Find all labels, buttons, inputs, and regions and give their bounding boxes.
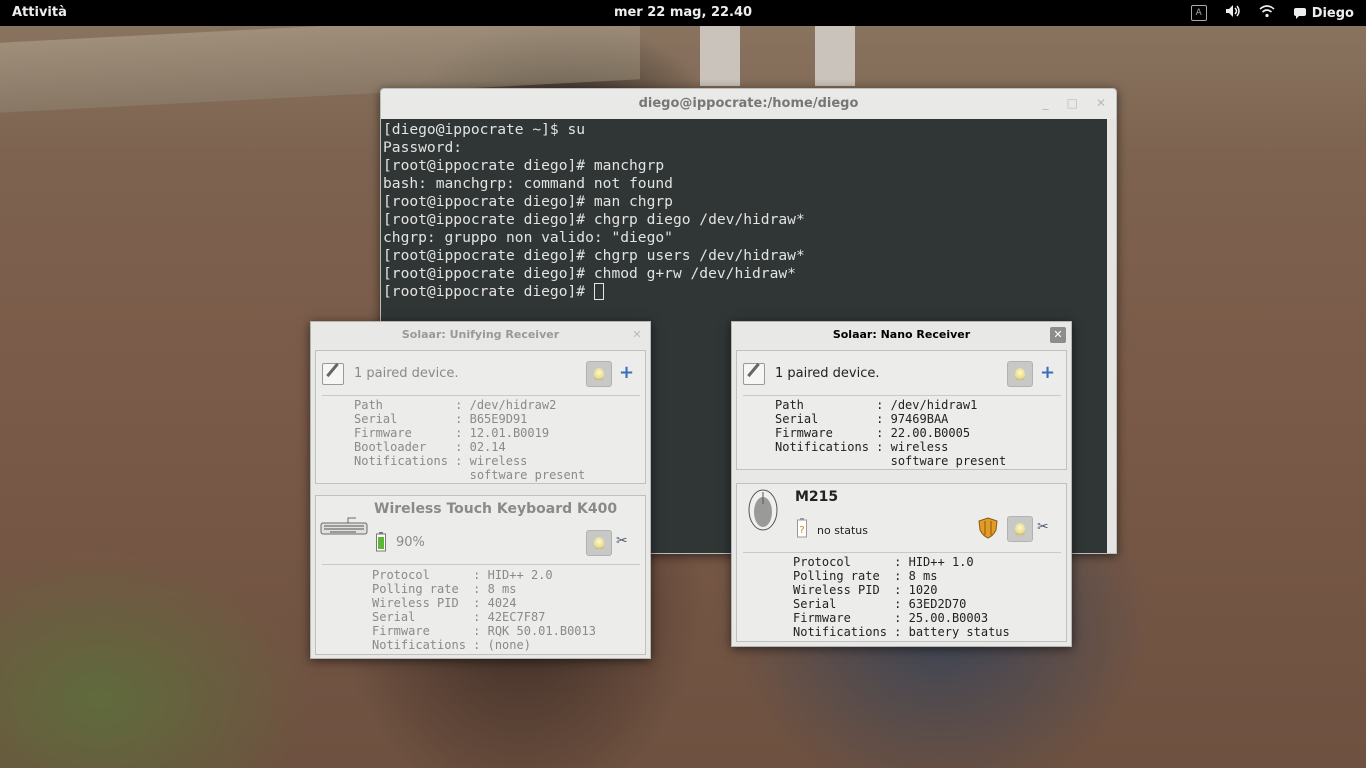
- user-name: Diego: [1311, 5, 1354, 21]
- top-panel: Attività mer 22 mag, 22.40 A Diego: [0, 0, 1366, 26]
- device-name: M215: [795, 489, 839, 505]
- device-panel: M215 ? no status ✂ Protocol : HID++ 1.0 …: [736, 483, 1067, 642]
- maximize-button[interactable]: □: [1067, 96, 1078, 110]
- terminal-title: diego@ippocrate:/home/diego: [638, 96, 859, 111]
- pair-device-button[interactable]: +: [1040, 364, 1055, 382]
- security-shield-icon: [978, 517, 998, 539]
- separator: [322, 564, 640, 565]
- separator: [743, 395, 1061, 396]
- light-bulb-icon: [594, 368, 604, 380]
- terminal-line: [root@ippocrate diego]# chgrp users /dev…: [383, 247, 805, 264]
- svg-text:?: ?: [799, 525, 804, 536]
- solaar-nano-window[interactable]: Solaar: Nano Receiver ✕ 1 paired device.…: [731, 321, 1072, 647]
- terminal-line: [root@ippocrate diego]# chgrp diego /dev…: [383, 211, 805, 228]
- light-bulb-icon: [1015, 523, 1025, 535]
- battery-icon: [376, 532, 386, 552]
- system-tray: A Diego: [1190, 4, 1354, 22]
- device-info: Protocol : HID++ 1.0 Polling rate : 8 ms…: [793, 555, 1010, 639]
- device-panel: Wireless Touch Keyboard K400 90% ✂ Proto…: [315, 495, 646, 655]
- light-bulb-button[interactable]: [586, 361, 612, 387]
- receiver-info: Path : /dev/hidraw1 Serial : 97469BAA Fi…: [775, 398, 1007, 468]
- window-controls: _ □ ✕: [1043, 96, 1106, 110]
- paired-count: 1 paired device.: [775, 366, 880, 381]
- battery-level: 90%: [396, 535, 425, 550]
- solaar-unifying-window[interactable]: Solaar: Unifying Receiver ✕ 1 paired dev…: [310, 321, 651, 659]
- close-button[interactable]: ✕: [1050, 327, 1066, 343]
- user-menu[interactable]: Diego: [1293, 6, 1354, 21]
- terminal-line: chgrp: gruppo non valido: "diego": [383, 229, 673, 246]
- light-bulb-icon: [594, 537, 604, 549]
- terminal-scrollbar[interactable]: [1107, 119, 1116, 553]
- terminal-prompt: [root@ippocrate diego]#: [383, 283, 594, 300]
- paired-count: 1 paired device.: [354, 366, 459, 381]
- chat-icon: [1293, 7, 1306, 19]
- battery-unknown-icon: ?: [797, 518, 807, 538]
- mouse-icon: [748, 489, 778, 531]
- text-cursor: [593, 283, 604, 300]
- terminal-line: [root@ippocrate diego]# manchgrp: [383, 157, 665, 174]
- receiver-panel: 1 paired device. + Path : /dev/hidraw2 S…: [315, 350, 646, 484]
- light-bulb-button[interactable]: [586, 530, 612, 556]
- receiver-info: Path : /dev/hidraw2 Serial : B65E9D91 Fi…: [354, 398, 586, 482]
- pair-device-button[interactable]: +: [619, 364, 634, 382]
- light-bulb-icon: [1015, 368, 1025, 380]
- background-figure: [700, 26, 740, 86]
- separator: [322, 395, 640, 396]
- light-bulb-button[interactable]: [1007, 361, 1033, 387]
- device-name: Wireless Touch Keyboard K400: [374, 501, 618, 517]
- terminal-line: bash: manchgrp: command not found: [383, 175, 673, 192]
- close-button[interactable]: ✕: [629, 327, 645, 343]
- terminal-line: Password:: [383, 139, 463, 156]
- separator: [743, 552, 1061, 553]
- device-status: no status: [817, 524, 868, 537]
- receiver-icon: [322, 363, 344, 385]
- device-settings-button[interactable]: ✂: [616, 533, 628, 549]
- clock[interactable]: mer 22 mag, 22.40: [0, 5, 1366, 20]
- background-figure: [815, 26, 855, 86]
- keyboard-layout-icon[interactable]: A: [1190, 5, 1207, 21]
- volume-icon[interactable]: [1225, 4, 1241, 22]
- minimize-button[interactable]: _: [1043, 96, 1049, 110]
- keyboard-icon: [320, 517, 368, 535]
- terminal-line: [root@ippocrate diego]# man chgrp: [383, 193, 673, 210]
- window-title: Solaar: Unifying Receiver: [401, 328, 560, 341]
- terminal-prompt-line: [root@ippocrate diego]#: [383, 283, 1107, 301]
- close-button[interactable]: ✕: [1096, 96, 1106, 110]
- receiver-panel: 1 paired device. + Path : /dev/hidraw1 S…: [736, 350, 1067, 470]
- device-settings-button[interactable]: ✂: [1037, 519, 1049, 535]
- terminal-line: [diego@ippocrate ~]$ su: [383, 121, 586, 138]
- window-title: Solaar: Nano Receiver: [832, 328, 971, 341]
- wifi-icon[interactable]: [1259, 4, 1275, 22]
- device-info: Protocol : HID++ 2.0 Polling rate : 8 ms…: [372, 568, 596, 652]
- terminal-line: [root@ippocrate diego]# chmod g+rw /dev/…: [383, 265, 796, 282]
- light-bulb-button[interactable]: [1007, 516, 1033, 542]
- receiver-icon: [743, 363, 765, 385]
